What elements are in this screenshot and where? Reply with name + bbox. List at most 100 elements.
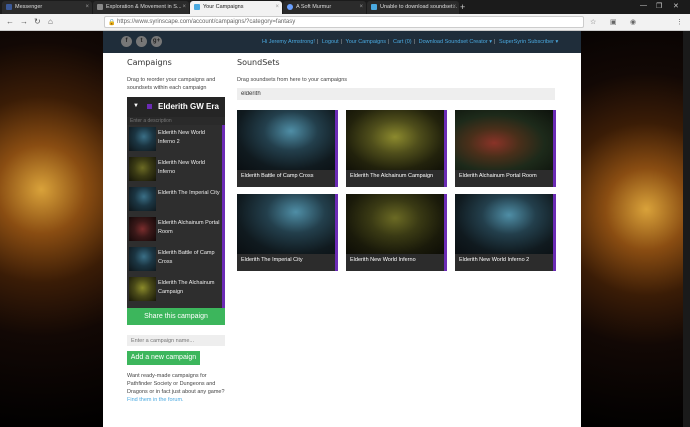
soundset-label: Elderith The Alchainum Campaign bbox=[158, 280, 215, 295]
soundset-image bbox=[346, 194, 444, 254]
tab-exploration[interactable]: Exploration & Movement in S... × bbox=[93, 1, 189, 14]
cart-link[interactable]: Cart (0) bbox=[393, 39, 412, 45]
soundset-card[interactable]: Elderith Battle of Camp Cross bbox=[237, 110, 338, 187]
messenger-icon bbox=[6, 4, 12, 10]
home-icon[interactable]: ⌂ bbox=[48, 17, 53, 26]
list-item[interactable]: Elderith The Imperial City bbox=[127, 185, 222, 213]
extension-icon[interactable]: ◉ bbox=[630, 18, 636, 26]
list-item[interactable]: Elderith New World Inferno 2 bbox=[127, 125, 222, 153]
promo-text: Want ready-made campaigns for Pathfinder… bbox=[127, 372, 225, 404]
soundset-label: Elderith Battle of Camp Cross bbox=[158, 250, 215, 265]
campaign-soundset-list: Elderith New World Inferno 2 Elderith Ne… bbox=[127, 125, 225, 308]
campaign-title: Elderith GW Era bbox=[158, 102, 219, 111]
soundset-thumbnail bbox=[129, 277, 156, 301]
page-icon bbox=[97, 4, 103, 10]
syrinscape-icon bbox=[371, 4, 377, 10]
collapse-triangle-icon[interactable]: ▼ bbox=[133, 103, 139, 109]
campaigns-heading: Campaigns bbox=[127, 58, 172, 67]
soundset-card[interactable]: Elderith The Imperial City bbox=[237, 194, 338, 271]
close-icon[interactable]: × bbox=[275, 4, 279, 10]
forward-icon[interactable]: → bbox=[20, 17, 28, 26]
menu-icon[interactable]: ⋮ bbox=[676, 18, 683, 26]
campaign-description-field[interactable]: Enter a description bbox=[127, 117, 225, 125]
scrollbar[interactable] bbox=[683, 31, 690, 427]
soundset-thumbnail bbox=[129, 247, 156, 271]
soundset-thumbnail bbox=[129, 217, 156, 241]
soundset-title: Elderith The Imperial City bbox=[241, 257, 303, 263]
tab-label: A Soft Murmur bbox=[296, 4, 332, 10]
soundset-image bbox=[237, 110, 335, 170]
star-icon[interactable]: ☆ bbox=[590, 18, 596, 26]
tab-label: Your Campaigns bbox=[203, 4, 244, 10]
campaign-color-swatch bbox=[147, 104, 152, 109]
download-creator-link[interactable]: Download Soundset Creator ▾ bbox=[419, 39, 492, 45]
promo-body: Want ready-made campaigns for Pathfinder… bbox=[127, 373, 225, 395]
soundset-thumbnail bbox=[129, 187, 156, 211]
back-icon[interactable]: ← bbox=[6, 17, 14, 26]
google-plus-icon[interactable]: g+ bbox=[151, 36, 162, 47]
soundset-title: Elderith Battle of Camp Cross bbox=[241, 173, 314, 179]
list-item[interactable]: Elderith Alchainum Portal Room bbox=[127, 215, 222, 243]
soundset-thumbnail bbox=[129, 127, 156, 151]
supersyrin-link[interactable]: SuperSyrin Subscriber ▾ bbox=[499, 39, 558, 45]
soundset-card[interactable]: Elderith New World Inferno 2 bbox=[455, 194, 556, 271]
tab-unable-download[interactable]: Unable to download soundset... × bbox=[367, 1, 459, 14]
reload-icon[interactable]: ↻ bbox=[34, 17, 41, 26]
twitter-icon[interactable]: t bbox=[136, 36, 147, 47]
soundset-title: Elderith New World Inferno bbox=[350, 257, 416, 263]
tab-label: Exploration & Movement in S... bbox=[106, 4, 182, 10]
add-campaign-button[interactable]: Add a new campaign bbox=[127, 351, 200, 365]
close-icon[interactable]: × bbox=[359, 4, 363, 10]
tab-soft-murmur[interactable]: A Soft Murmur × bbox=[283, 1, 366, 14]
syrinscape-icon bbox=[194, 4, 200, 10]
ornate-background-left bbox=[0, 31, 103, 427]
soundset-label: Elderith New World Inferno bbox=[158, 160, 205, 175]
minimize-icon[interactable]: — bbox=[640, 2, 647, 9]
new-tab-button[interactable]: + bbox=[460, 2, 465, 12]
soundset-search-input[interactable] bbox=[237, 88, 555, 100]
ornate-background-right bbox=[581, 31, 690, 427]
address-bar: ← → ↻ ⌂ 🔒 https://www.syrinscape.com/acc… bbox=[0, 14, 690, 31]
url-text: https://www.syrinscape.com/account/campa… bbox=[117, 19, 296, 25]
list-item[interactable]: Elderith New World Inferno bbox=[127, 155, 222, 183]
droplet-icon bbox=[287, 4, 293, 10]
facebook-icon[interactable]: f bbox=[121, 36, 132, 47]
list-item[interactable]: Elderith The Alchainum Campaign bbox=[127, 275, 222, 303]
tab-your-campaigns[interactable]: Your Campaigns × bbox=[190, 1, 282, 14]
close-icon[interactable]: × bbox=[85, 4, 89, 10]
maximize-icon[interactable]: ❐ bbox=[656, 2, 662, 10]
soundset-card[interactable]: Elderith Alchainum Portal Room bbox=[455, 110, 556, 187]
url-field[interactable]: 🔒 https://www.syrinscape.com/account/cam… bbox=[104, 16, 584, 28]
lock-icon: 🔒 bbox=[108, 20, 116, 26]
top-nav: Hi Jeremy Armstrong! | Logout | Your Campa… bbox=[262, 39, 559, 45]
close-icon[interactable]: × bbox=[452, 4, 456, 10]
share-campaign-button[interactable]: Share this campaign bbox=[127, 308, 225, 325]
soundset-title: Elderith New World Inferno 2 bbox=[459, 257, 530, 263]
logout-link[interactable]: Logout bbox=[322, 39, 339, 45]
tab-messenger[interactable]: Messenger × bbox=[2, 1, 92, 14]
extension-icon[interactable]: ▣ bbox=[610, 18, 617, 26]
soundset-card[interactable]: Elderith The Alchainum Campaign bbox=[346, 110, 447, 187]
soundset-title: Elderith Alchainum Portal Room bbox=[459, 173, 537, 179]
soundset-image bbox=[455, 110, 553, 170]
campaign-header[interactable]: ▼ Elderith GW Era bbox=[127, 97, 225, 117]
soundset-image bbox=[237, 194, 335, 254]
soundsets-hint: Drag soundsets from here to your campaig… bbox=[237, 77, 348, 83]
soundsets-heading: SoundSets bbox=[237, 58, 280, 67]
your-campaigns-link[interactable]: Your Campaigns bbox=[346, 39, 386, 45]
browser-tab-bar: Messenger × Exploration & Movement in S.… bbox=[0, 0, 690, 14]
list-item[interactable]: Elderith Battle of Camp Cross bbox=[127, 245, 222, 273]
campaign-name-input[interactable] bbox=[127, 335, 225, 346]
soundset-title: Elderith The Alchainum Campaign bbox=[350, 173, 434, 179]
tab-label: Messenger bbox=[15, 4, 43, 10]
soundset-image bbox=[455, 194, 553, 254]
greeting-link[interactable]: Hi Jeremy Armstrong! bbox=[262, 39, 315, 45]
soundset-label: Elderith New World Inferno 2 bbox=[158, 130, 205, 145]
close-icon[interactable]: × bbox=[182, 4, 186, 10]
soundset-card[interactable]: Elderith New World Inferno bbox=[346, 194, 447, 271]
soundset-image bbox=[346, 110, 444, 170]
campaigns-hint: Drag to reorder your campaigns and sound… bbox=[127, 77, 216, 91]
forum-link[interactable]: Find them in the forum. bbox=[127, 397, 184, 403]
tab-label: Unable to download soundset... bbox=[380, 4, 458, 10]
close-window-icon[interactable]: ✕ bbox=[673, 2, 679, 10]
